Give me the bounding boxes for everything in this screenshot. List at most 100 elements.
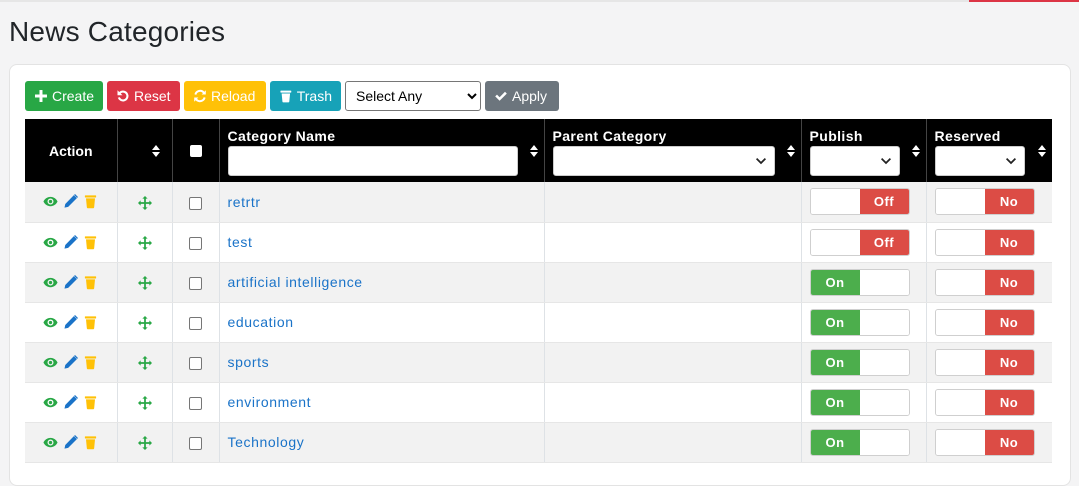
row-checkbox[interactable] [189,396,202,410]
create-button[interactable]: Create [25,81,103,111]
category-name-cell: retrtr [219,182,545,223]
category-name-link[interactable]: education [220,314,294,330]
reserved-cell: No [926,422,1052,463]
publish-toggle[interactable]: On [809,388,910,416]
reserved-toggle[interactable]: No [934,188,1035,216]
row-checkbox[interactable] [189,236,202,250]
table-row: environment On No [25,382,1052,423]
row-checkbox[interactable] [189,196,202,210]
trash-icon[interactable] [83,355,98,370]
publish-toggle[interactable]: On [809,428,910,456]
trash-icon[interactable] [83,194,98,209]
trash-icon[interactable] [83,395,98,410]
reserved-cell: No [926,222,1052,263]
pencil-icon[interactable] [63,394,79,410]
checkbox-cell [172,342,220,383]
reset-button[interactable]: Reset [107,81,180,111]
pencil-icon[interactable] [63,234,79,250]
publish-filter-select[interactable] [809,146,900,176]
publish-toggle[interactable]: On [809,308,910,336]
category-name-link[interactable]: environment [220,394,312,410]
eye-icon[interactable] [43,194,58,209]
header-action-label: Action [48,142,93,159]
publish-toggle[interactable]: On [809,268,910,296]
move-arrows-icon[interactable] [137,434,152,451]
sort-icon[interactable] [1038,145,1046,157]
header-parent-category-label: Parent Category [552,128,667,144]
move-arrows-icon[interactable] [137,314,152,331]
reload-button[interactable]: Reload [184,81,266,111]
header-order[interactable] [117,119,173,182]
publish-toggle[interactable]: On [809,348,910,376]
undo-icon [117,90,129,102]
eye-icon[interactable] [43,395,58,410]
category-name-link[interactable]: test [220,234,253,250]
table-header-row: Action Category Name Parent Category Pub… [25,119,1052,182]
publish-toggle[interactable]: Off [809,228,910,256]
move-arrows-icon[interactable] [137,194,152,210]
trash-icon[interactable] [83,235,98,250]
reserved-toggle[interactable]: No [934,348,1035,376]
move-arrows-icon[interactable] [137,234,152,251]
reserved-toggle[interactable]: No [934,228,1035,256]
reserved-toggle[interactable]: No [934,428,1035,456]
toggle-knob [935,189,985,215]
move-arrows-icon[interactable] [137,354,152,371]
publish-cell: On [801,262,927,303]
category-name-link[interactable]: Technology [220,434,305,450]
eye-icon[interactable] [43,315,58,330]
move-arrows-icon[interactable] [137,394,152,411]
trash-icon[interactable] [83,315,98,330]
row-checkbox[interactable] [189,276,202,290]
publish-toggle-label: Off [859,189,909,215]
reserved-toggle[interactable]: No [934,268,1035,296]
category-name-link[interactable]: retrtr [220,194,261,210]
top-accent-bar [969,0,1079,2]
row-checkbox[interactable] [189,356,202,370]
reserved-toggle-label: No [984,189,1034,215]
trash-button[interactable]: Trash [270,81,341,111]
reserved-cell: No [926,382,1052,423]
reserved-toggle[interactable]: No [934,308,1035,336]
category-name-link[interactable]: sports [220,354,270,370]
eye-icon[interactable] [43,435,58,450]
reserved-toggle-label: No [984,429,1034,455]
trash-button-label: Trash [296,88,332,104]
row-checkbox[interactable] [189,316,202,330]
trash-icon[interactable] [83,275,98,290]
pencil-icon[interactable] [63,194,79,209]
pencil-icon[interactable] [63,434,79,450]
move-arrows-icon[interactable] [137,274,152,291]
table-row: education On No [25,302,1052,343]
row-checkbox[interactable] [189,436,202,450]
publish-cell: On [801,422,927,463]
move-cell [117,302,173,343]
table-body: retrtr Off No test Off No artificial int… [25,182,1052,463]
category-name-cell: artificial intelligence [219,262,545,303]
select-all-checkbox[interactable] [189,144,202,157]
reserved-toggle[interactable]: No [934,388,1035,416]
category-name-link[interactable]: artificial intelligence [220,274,363,290]
parent-category-filter-select[interactable] [552,146,775,176]
bulk-action-select[interactable]: Select Any [345,81,481,111]
sort-icon[interactable] [911,145,920,157]
eye-icon[interactable] [43,235,58,250]
reserved-toggle-label: No [984,309,1034,335]
sort-icon[interactable] [786,145,795,157]
sort-icon[interactable] [151,145,160,157]
apply-button[interactable]: Apply [485,81,559,111]
reload-button-label: Reload [211,88,256,104]
trash-icon[interactable] [83,435,98,450]
pencil-icon[interactable] [63,354,79,370]
pencil-icon[interactable] [63,274,79,290]
category-name-filter-input[interactable] [227,146,518,176]
publish-toggle-label: On [810,309,860,335]
header-publish: Publish [801,119,927,182]
eye-icon[interactable] [43,275,58,290]
eye-icon[interactable] [43,355,58,370]
move-cell [117,182,173,223]
sort-icon[interactable] [529,145,538,157]
publish-toggle[interactable]: Off [809,188,910,216]
reserved-filter-select[interactable] [934,146,1025,176]
pencil-icon[interactable] [63,314,79,330]
